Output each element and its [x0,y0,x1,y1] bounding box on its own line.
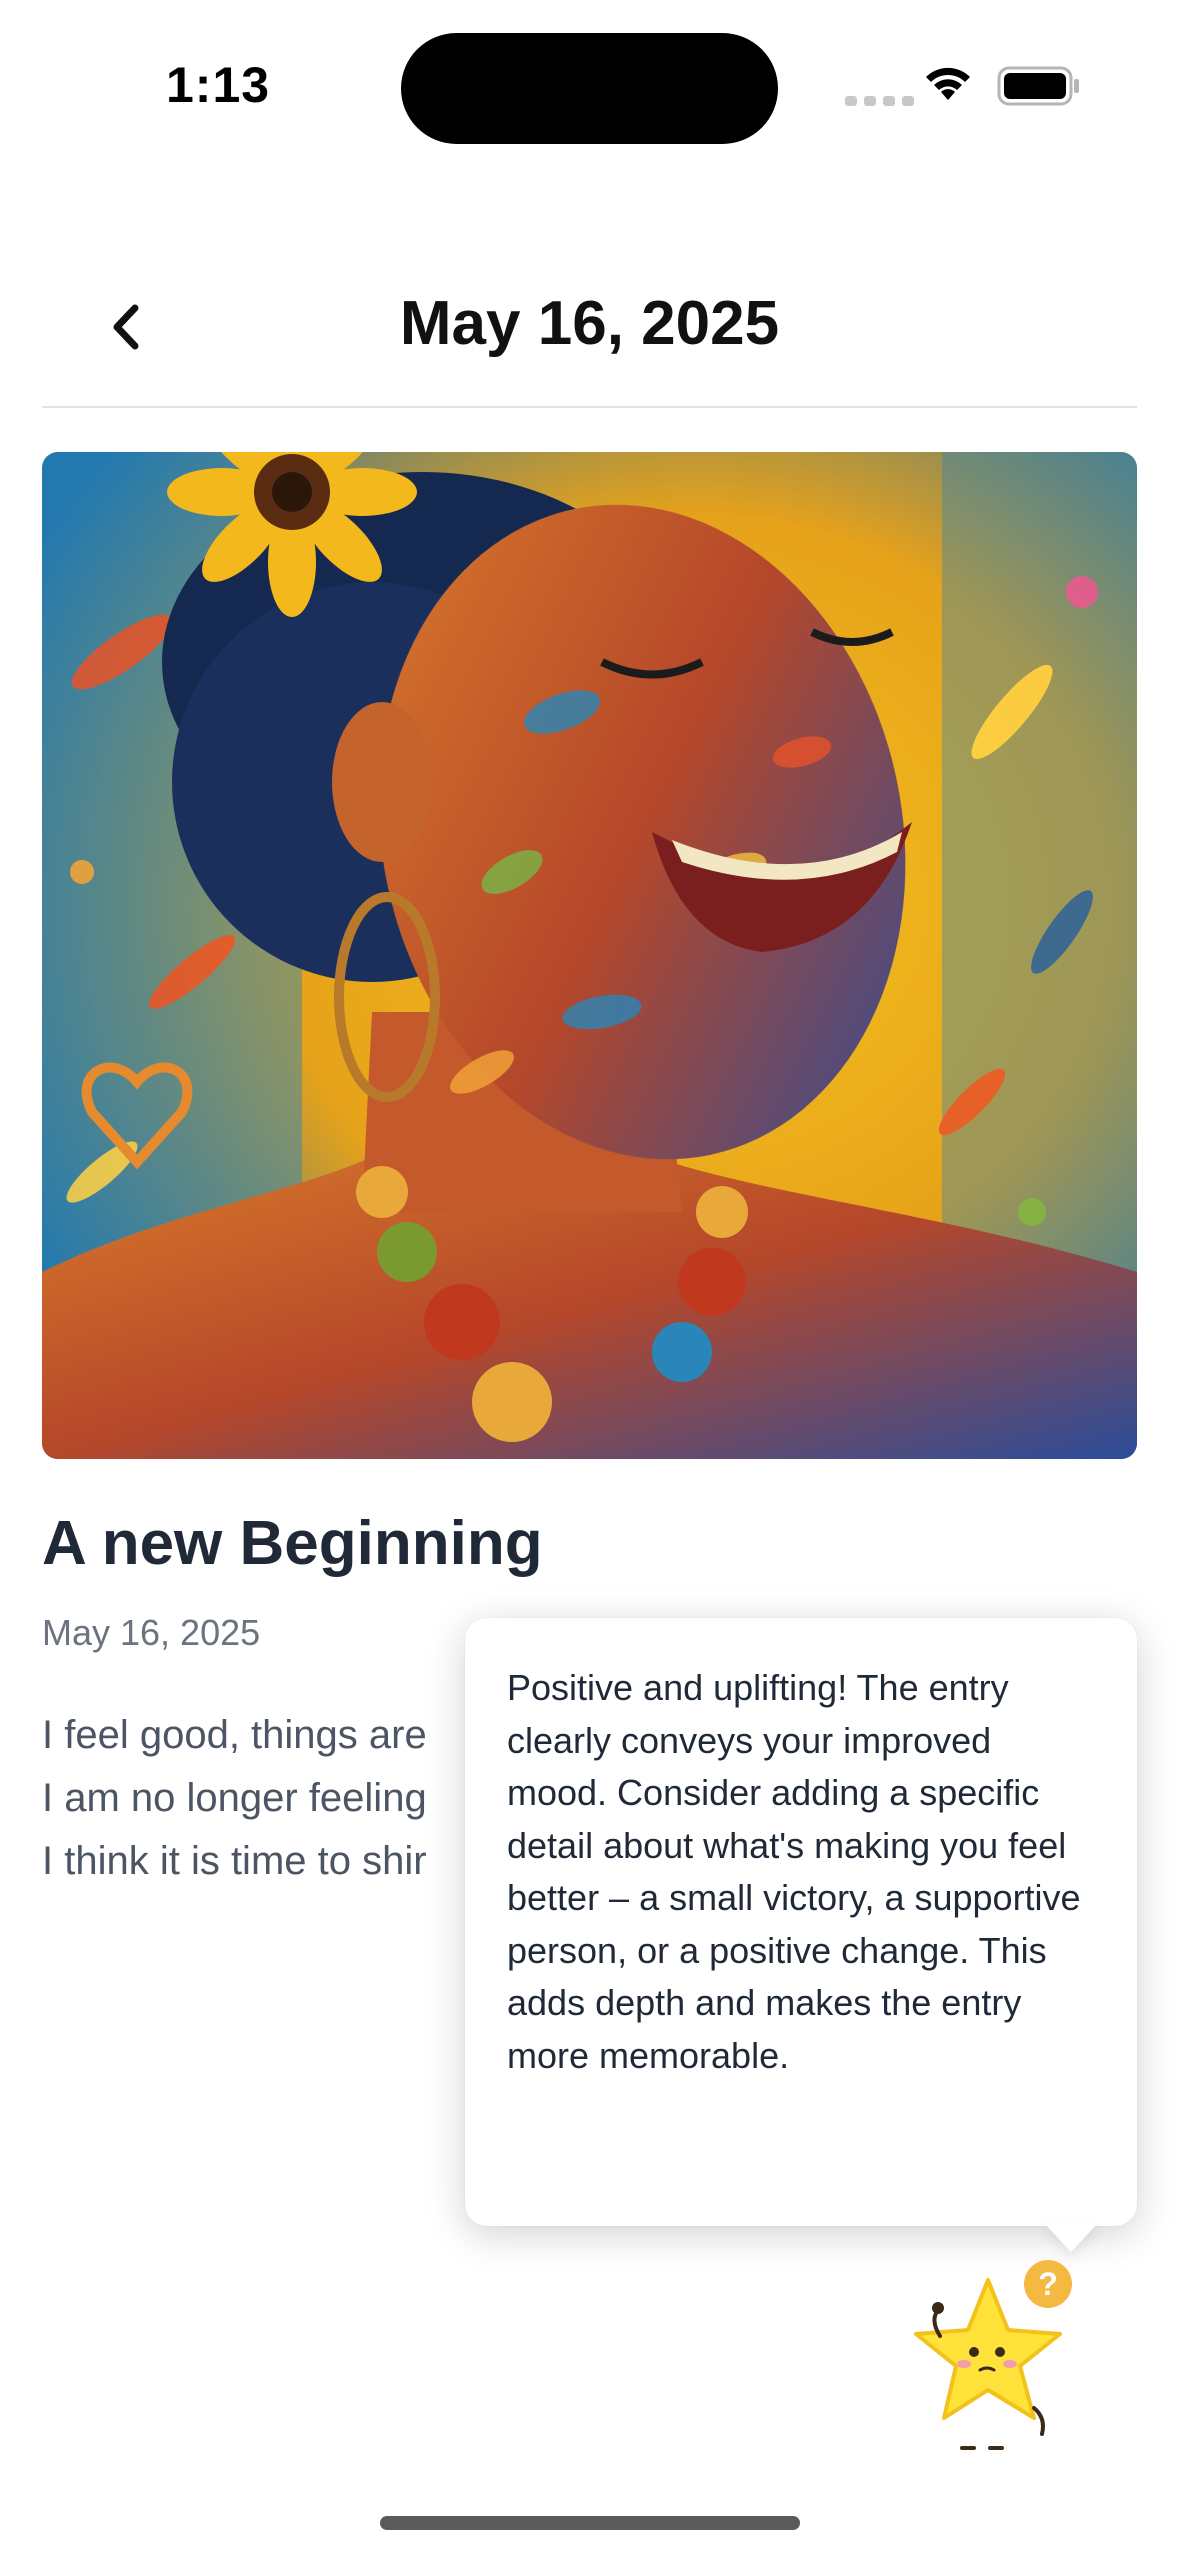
ai-feedback-tooltip: Positive and uplifting! The entry clearl… [465,1618,1137,2226]
ai-feedback-text: Positive and uplifting! The entry clearl… [507,1667,1081,2076]
dynamic-island [401,33,778,144]
page-title: May 16, 2025 [399,289,780,358]
entry-image [42,452,1137,1459]
battery-icon [997,66,1079,106]
entry-title: A new Beginning [42,1509,543,1578]
painted-portrait-image [42,452,1137,1459]
status-time: 1:13 [166,57,271,113]
assistant-mascot-button[interactable]: ? [900,2258,1080,2458]
wifi-icon [926,67,970,100]
svg-text:?: ? [1038,2266,1058,2302]
home-indicator[interactable] [380,2516,800,2530]
header-divider [42,406,1137,408]
question-mark-icon: ? [1024,2260,1072,2308]
cellular-signal-icon [845,96,914,106]
entry-date: May 16, 2025 [42,1612,261,1653]
tooltip-arrow [1043,2222,1099,2252]
